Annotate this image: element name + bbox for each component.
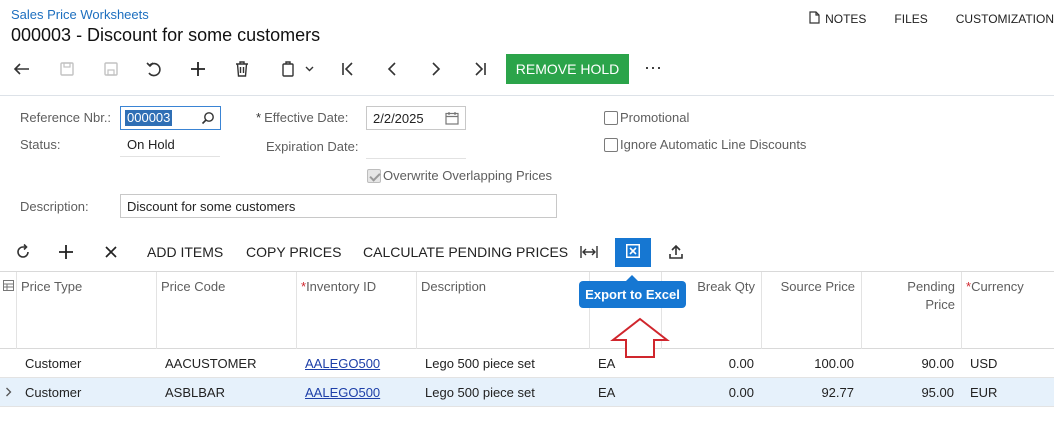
copy-prices-button[interactable]: COPY PRICES (246, 237, 341, 267)
customization-link[interactable]: CUSTOMIZATION (956, 11, 1054, 27)
overwrite-overlapping-checkbox[interactable] (367, 169, 381, 183)
column-selector-icon[interactable] (0, 272, 17, 349)
add-row-icon[interactable] (58, 237, 74, 267)
cell-price-type: Customer (25, 384, 82, 400)
reference-nbr-input[interactable]: 000003 (120, 106, 221, 130)
last-record-icon[interactable] (468, 54, 492, 84)
pending-price-label-line1: Pending (907, 279, 955, 294)
cell-price-code: ASBLBAR (165, 384, 225, 400)
calculate-pending-prices-button[interactable]: CALCULATE PENDING PRICES (363, 237, 568, 267)
add-items-button[interactable]: ADD ITEMS (147, 237, 223, 267)
table-row[interactable]: Customer AACUSTOMER AALEGO500 Lego 500 p… (0, 349, 1054, 378)
cell-source-price: 100.00 (814, 355, 854, 371)
promotional-checkbox[interactable] (604, 111, 618, 125)
cell-price-code: AACUSTOMER (165, 355, 257, 371)
effective-date-label: * Effective Date: (256, 110, 349, 125)
column-price-code[interactable]: Price Code (157, 272, 297, 349)
reference-nbr-label: Reference Nbr.: (20, 110, 112, 125)
description-label: Description: (20, 199, 89, 214)
ignore-discounts-checkbox[interactable] (604, 138, 618, 152)
grid-toolbar: ADD ITEMS COPY PRICES CALCULATE PENDING … (0, 237, 700, 267)
callout-arrow-icon (610, 317, 670, 358)
first-record-icon[interactable] (336, 54, 360, 84)
cell-currency: EUR (970, 384, 998, 400)
required-marker: * (256, 110, 262, 125)
ignore-discounts-label: Ignore Automatic Line Discounts (620, 137, 807, 152)
next-record-icon[interactable] (424, 54, 448, 84)
remove-hold-button[interactable]: REMOVE HOLD (506, 54, 629, 84)
export-to-excel-button[interactable] (615, 238, 651, 267)
status-label: Status: (20, 137, 61, 152)
search-icon[interactable] (201, 111, 215, 128)
table-row[interactable]: Customer ASBLBAR AALEGO500 Lego 500 piec… (0, 378, 1054, 407)
expiration-date-label: Expiration Date: (266, 139, 359, 154)
column-currency[interactable]: *Currency (962, 272, 1054, 349)
status-value: On Hold (127, 137, 175, 152)
column-pending-price[interactable]: Pending Price (862, 272, 962, 349)
cell-source-price: 92.77 (821, 384, 854, 400)
files-label: FILES (894, 12, 928, 26)
files-link[interactable]: FILES (894, 11, 927, 27)
main-toolbar: REMOVE HOLD ⋯ (0, 54, 700, 84)
fit-columns-icon[interactable] (580, 237, 598, 267)
save-icon[interactable] (99, 54, 123, 84)
grid-header: Price Type Price Code *Inventory ID Desc… (0, 271, 1054, 349)
expiration-date-input[interactable] (366, 158, 466, 159)
back-icon[interactable] (10, 54, 34, 84)
pending-price-label-line2: Price (925, 297, 955, 312)
cell-pending-price: 95.00 (921, 384, 954, 400)
cell-break-qty: 0.00 (728, 384, 754, 400)
save-close-icon[interactable] (55, 54, 79, 84)
cell-price-type: Customer (25, 355, 82, 371)
row-selector-chevron-icon[interactable] (5, 378, 12, 406)
effective-date-value: 2/2/2025 (373, 110, 424, 126)
status-underline (120, 156, 220, 157)
undo-icon[interactable] (142, 54, 166, 84)
notes-link[interactable]: NOTES (809, 11, 866, 27)
calendar-icon[interactable] (445, 111, 459, 128)
column-description[interactable]: Description (417, 272, 590, 349)
page-title: 000003 - Discount for some customers (11, 25, 321, 45)
cell-currency: USD (970, 355, 998, 371)
effective-date-input[interactable]: 2/2/2025 (366, 106, 466, 130)
delete-row-icon[interactable] (104, 237, 118, 267)
previous-record-icon[interactable] (380, 54, 404, 84)
breadcrumb[interactable]: Sales Price Worksheets (11, 7, 149, 22)
more-actions-button[interactable]: ⋯ (644, 58, 663, 79)
cell-description: Lego 500 piece set (425, 355, 535, 371)
cell-uom: EA (598, 384, 616, 400)
cell-pending-price: 90.00 (921, 355, 954, 371)
export-to-excel-tooltip: Export to Excel (579, 275, 686, 308)
summary-form: Reference Nbr.: 000003 Status: On Hold *… (0, 95, 1054, 227)
cell-inventory-id-link[interactable]: AALEGO500 (305, 349, 380, 377)
note-icon (809, 11, 820, 27)
excel-icon (626, 244, 640, 261)
copy-paste-icon[interactable] (276, 54, 318, 84)
cell-inventory-id-link[interactable]: AALEGO500 (305, 378, 380, 406)
description-value: Discount for some customers (127, 198, 296, 214)
customization-label: CUSTOMIZATION (955, 12, 1054, 26)
promotional-label: Promotional (620, 110, 690, 125)
cell-break-qty: 0.00 (728, 355, 754, 371)
reference-nbr-value: 000003 (125, 110, 173, 126)
overwrite-overlapping-label: Overwrite Overlapping Prices (383, 168, 553, 183)
notes-label: NOTES (825, 12, 867, 26)
delete-icon[interactable] (230, 54, 254, 84)
add-icon[interactable] (186, 54, 210, 84)
top-links: NOTES FILES CUSTOMIZATION (809, 11, 1054, 27)
upload-icon[interactable] (668, 237, 684, 267)
column-price-type[interactable]: Price Type (17, 272, 157, 349)
cell-description: Lego 500 piece set (425, 384, 535, 400)
column-inventory-id[interactable]: *Inventory ID (297, 272, 417, 349)
refresh-icon[interactable] (14, 237, 32, 267)
description-input[interactable]: Discount for some customers (120, 194, 557, 218)
column-source-price[interactable]: Source Price (762, 272, 862, 349)
